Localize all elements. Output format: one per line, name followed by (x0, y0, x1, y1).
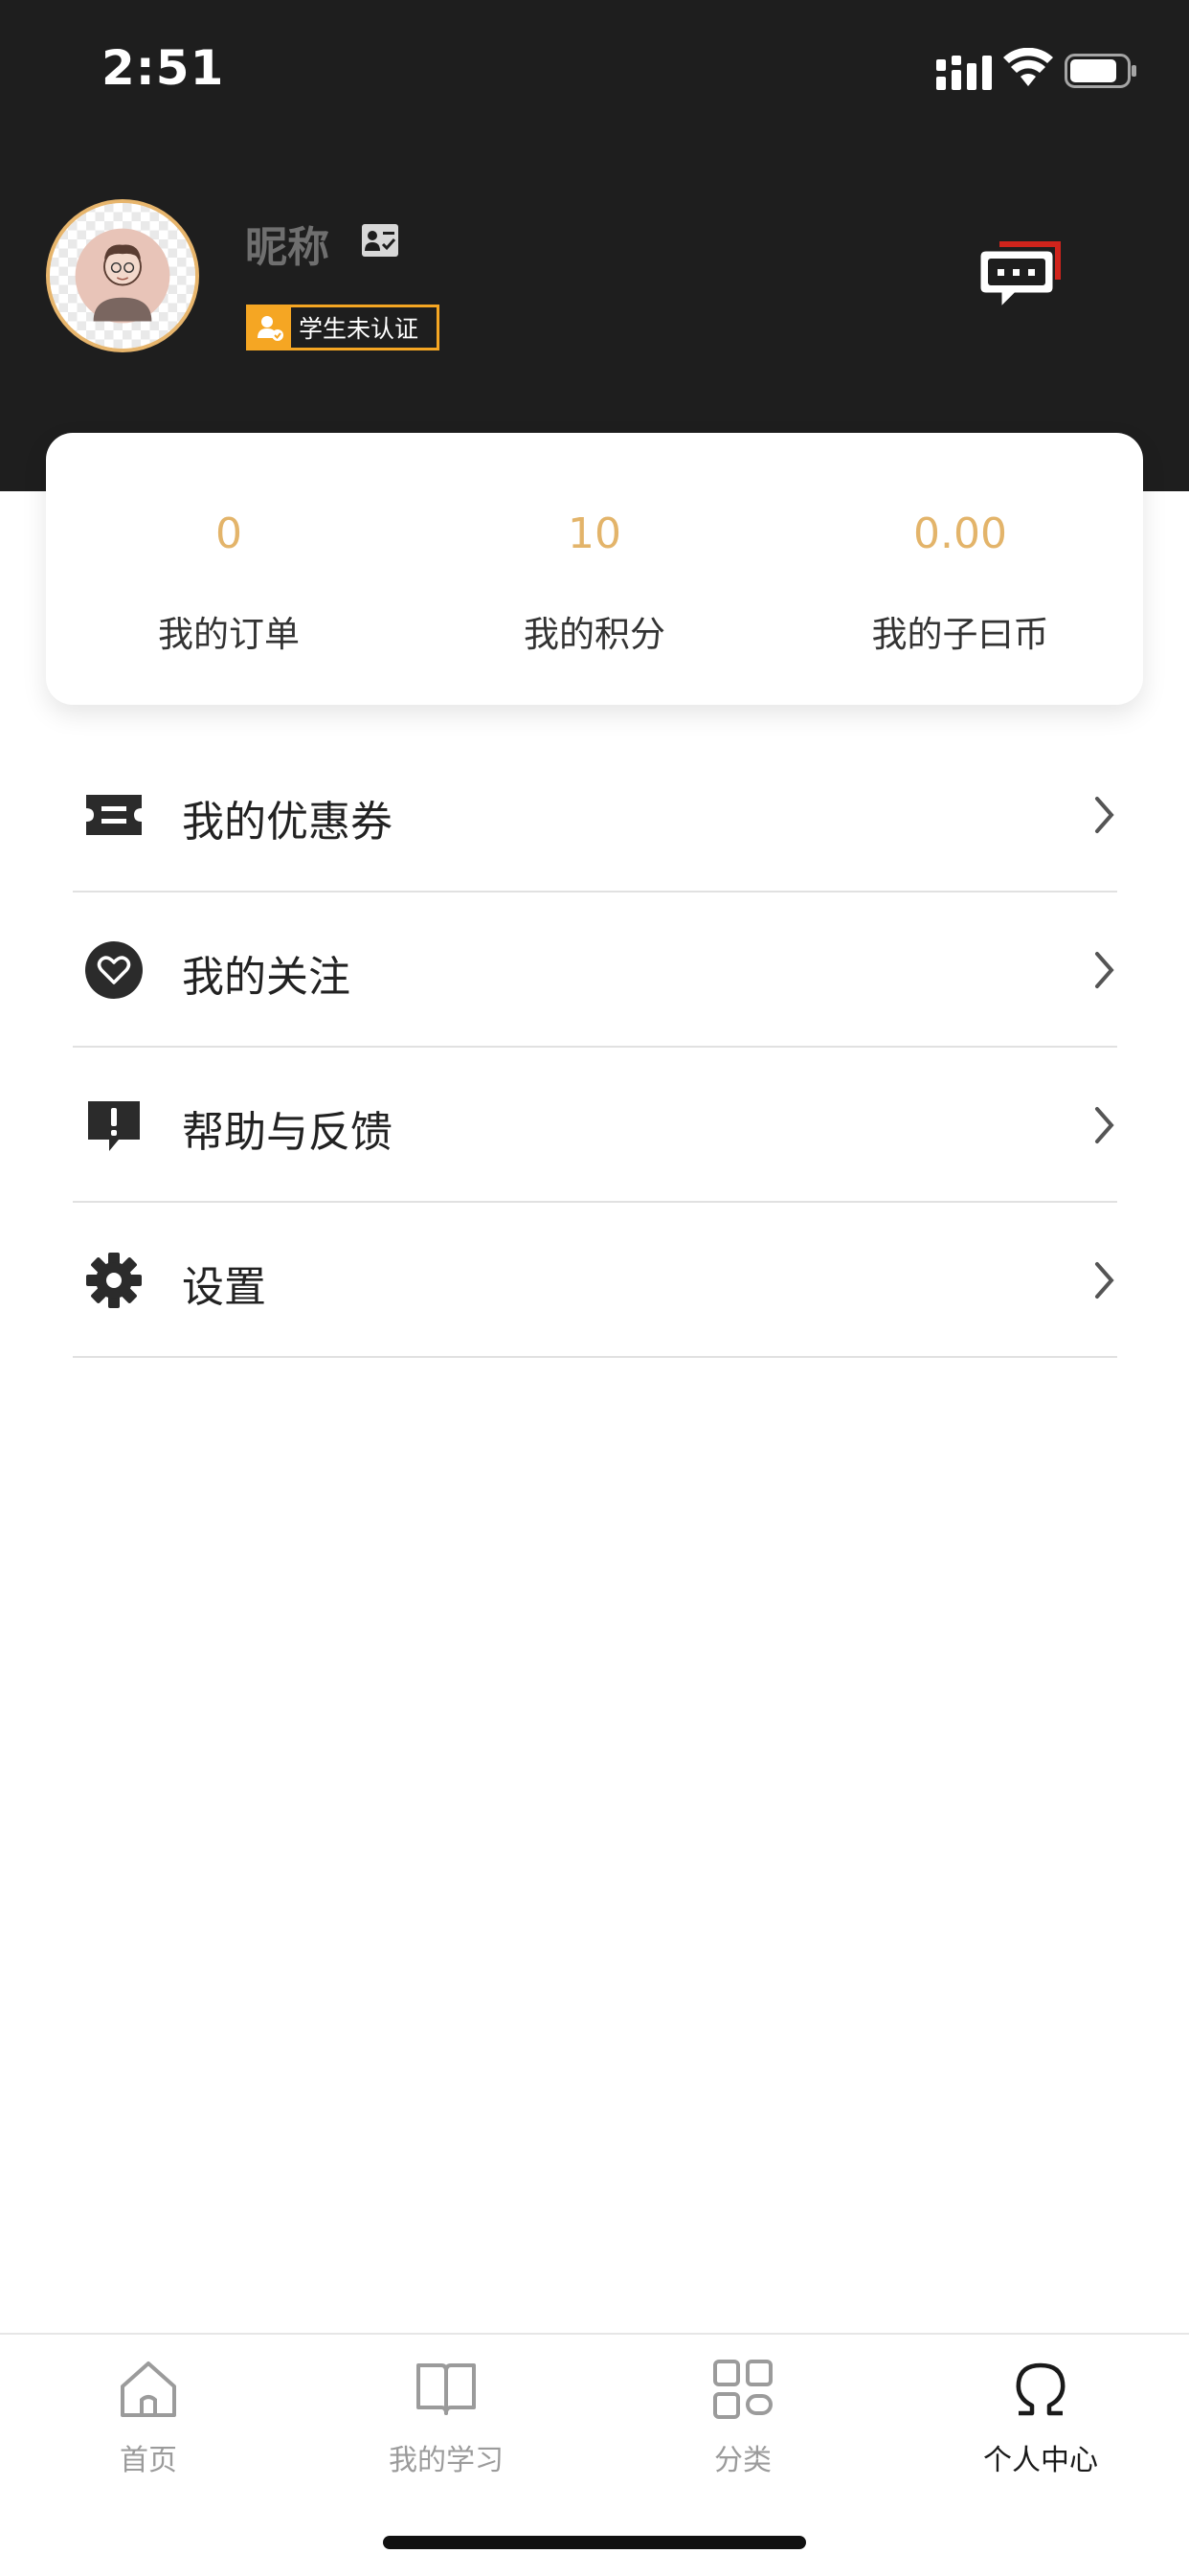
chevron-right-icon (1095, 1262, 1114, 1299)
book-icon (416, 2363, 476, 2415)
wifi-icon (1003, 48, 1053, 86)
battery-icon (1065, 54, 1136, 88)
omega-icon (1016, 2362, 1066, 2416)
home-icon (121, 2361, 176, 2417)
heart-icon (85, 941, 143, 999)
chat-bubble-icon[interactable] (978, 239, 1065, 314)
nickname[interactable]: 昵称 (245, 213, 329, 274)
gear-icon (86, 1253, 142, 1308)
feedback-icon (88, 1101, 140, 1151)
stat-label: 我的订单 (158, 614, 300, 655)
menu-label: 我的优惠券 (182, 798, 393, 847)
chevron-right-icon (1095, 952, 1114, 988)
tab-my-study[interactable]: 我的学习 (298, 2335, 594, 2497)
menu-list: 我的优惠券 我的关注 帮助与反馈 设置 (73, 737, 1117, 1358)
stat-coins[interactable]: 0.00 我的子曰币 (777, 433, 1143, 705)
cellular-signal-icon (936, 56, 992, 90)
tab-label: 分类 (714, 2444, 772, 2477)
tab-categories[interactable]: 分类 (594, 2335, 891, 2497)
stat-value: 10 (568, 509, 621, 558)
student-badge-label: 学生未认证 (299, 315, 419, 343)
chevron-right-icon (1095, 1107, 1114, 1143)
stat-label: 我的积分 (524, 614, 665, 655)
menu-item-follows[interactable]: 我的关注 (73, 893, 1117, 1048)
menu-label: 帮助与反馈 (182, 1108, 393, 1157)
tab-label: 个人中心 (983, 2444, 1098, 2477)
grid-icon (713, 2360, 773, 2419)
status-bar: 2:51 (0, 0, 1189, 144)
menu-item-coupons[interactable]: 我的优惠券 (73, 737, 1117, 893)
stats-card: 0 我的订单 10 我的积分 0.00 我的子曰币 (46, 433, 1143, 705)
stat-value: 0 (215, 509, 242, 558)
ticket-icon (86, 795, 142, 835)
menu-label: 设置 (182, 1263, 266, 1312)
tab-home[interactable]: 首页 (0, 2335, 297, 2497)
chevron-right-icon (1095, 797, 1114, 833)
stat-orders[interactable]: 0 我的订单 (46, 433, 412, 705)
menu-item-settings[interactable]: 设置 (73, 1203, 1117, 1358)
tab-label: 首页 (120, 2444, 177, 2477)
stat-points[interactable]: 10 我的积分 (412, 433, 777, 705)
menu-label: 我的关注 (182, 953, 350, 1002)
status-time: 2:51 (101, 40, 225, 96)
profile-header: 2:51 昵称 学生未认证 (0, 0, 1189, 491)
menu-item-help-feedback[interactable]: 帮助与反馈 (73, 1048, 1117, 1203)
stat-label: 我的子曰币 (871, 614, 1049, 655)
avatar[interactable] (46, 199, 199, 352)
stat-value: 0.00 (913, 509, 1007, 558)
tab-label: 我的学习 (389, 2444, 504, 2477)
student-user-icon (249, 307, 291, 348)
avatar-image (50, 203, 195, 349)
id-card-icon[interactable] (360, 220, 400, 260)
tab-profile[interactable]: 个人中心 (892, 2335, 1189, 2497)
home-indicator[interactable] (383, 2536, 806, 2549)
student-verification-badge[interactable]: 学生未认证 (246, 305, 439, 350)
